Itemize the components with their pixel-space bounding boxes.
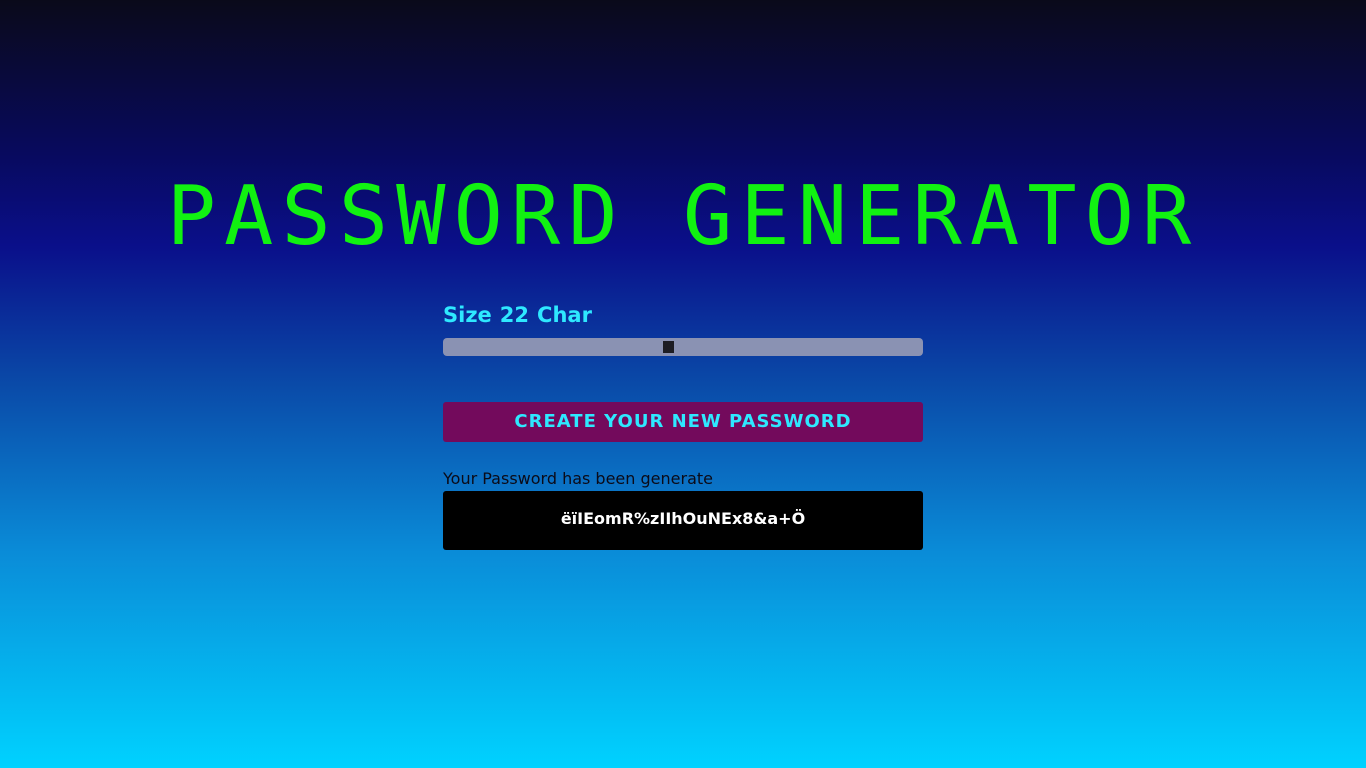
size-label-suffix: Char [537, 303, 592, 327]
size-slider-thumb[interactable] [663, 341, 674, 353]
generator-panel: Size 22 Char CREATE YOUR NEW PASSWORD Yo… [443, 300, 923, 550]
create-password-button[interactable]: CREATE YOUR NEW PASSWORD [443, 402, 923, 442]
result-label: Your Password has been generate [443, 469, 713, 488]
size-slider[interactable] [443, 338, 923, 356]
size-value: 22 [499, 303, 530, 327]
size-label-prefix: Size [443, 303, 492, 327]
page-title: PASSWORD GENERATOR [166, 169, 1200, 264]
size-label: Size 22 Char [443, 300, 923, 330]
password-output[interactable]: ëïIEomR%zIIhOuNEx8&a+Ö [443, 491, 923, 550]
